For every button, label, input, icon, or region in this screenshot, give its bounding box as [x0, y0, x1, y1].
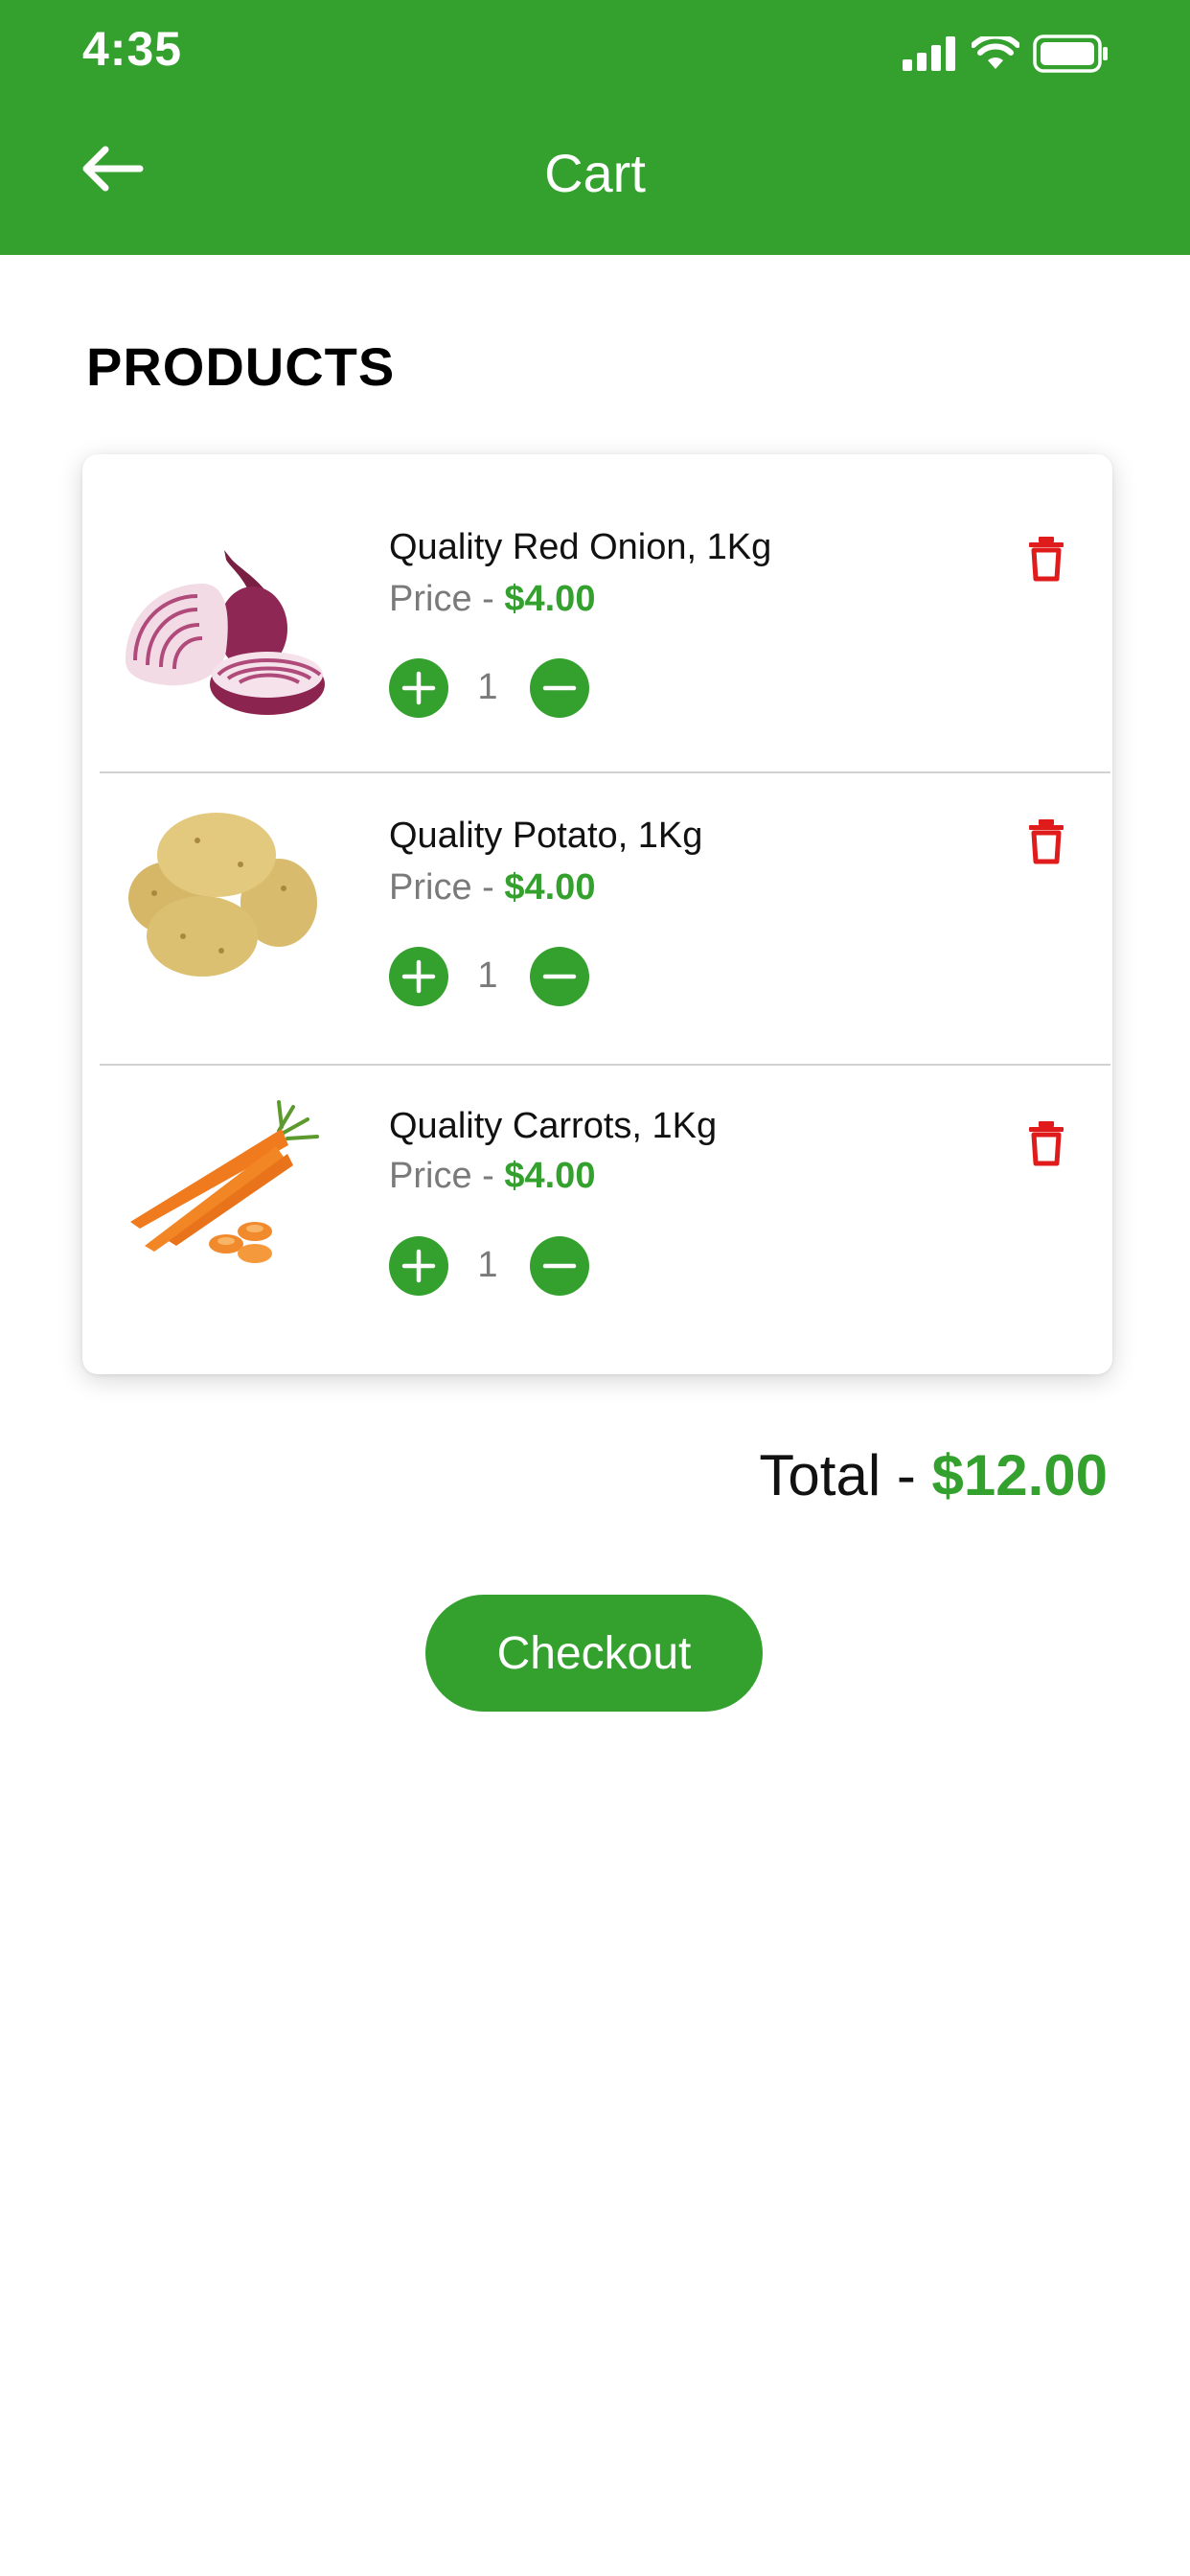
minus-icon: [542, 685, 577, 691]
price-amount: $4.00: [504, 579, 596, 619]
quantity-value: 1: [477, 1245, 498, 1285]
cart-item: Quality Potato, 1Kg Price - $4.00 1: [82, 745, 1112, 1032]
increase-quantity-button[interactable]: [389, 947, 448, 1006]
checkout-button[interactable]: Checkout: [425, 1595, 763, 1712]
price-amount: $4.00: [504, 867, 596, 908]
product-price: Price - $4.00: [389, 579, 595, 620]
section-title: PRODUCTS: [86, 336, 396, 397]
price-label: Price -: [389, 1156, 505, 1196]
signal-icon: [903, 36, 955, 71]
potato-image: [128, 813, 317, 977]
quantity-value: 1: [477, 667, 498, 707]
red-onion-image: [126, 550, 325, 715]
price-amount: $4.00: [504, 1156, 596, 1196]
decrease-quantity-button[interactable]: [530, 658, 589, 718]
plus-icon: [401, 959, 436, 994]
product-price: Price - $4.00: [389, 1156, 595, 1197]
product-name: Quality Red Onion, 1Kg: [389, 527, 772, 567]
app-header: 4:35 Cart: [0, 0, 1190, 255]
status-time: 4:35: [82, 22, 183, 76]
product-name: Quality Potato, 1Kg: [389, 816, 703, 856]
plus-icon: [401, 671, 436, 705]
price-label: Price -: [389, 867, 505, 908]
cart-products-card: Quality Red Onion, 1Kg Price - $4.00 1 Q…: [82, 454, 1112, 1374]
price-label: Price -: [389, 579, 505, 619]
quantity-value: 1: [477, 955, 498, 996]
cart-item: Quality Red Onion, 1Kg Price - $4.00 1: [82, 454, 1112, 742]
cart-total: Total - $12.00: [759, 1442, 1108, 1508]
delete-button[interactable]: [1027, 1119, 1065, 1167]
total-value: $12.00: [931, 1443, 1108, 1507]
decrease-quantity-button[interactable]: [530, 947, 589, 1006]
status-icons: [903, 34, 1110, 73]
plus-icon: [401, 1249, 436, 1283]
page-title: Cart: [544, 143, 646, 203]
battery-icon: [1033, 34, 1108, 73]
product-price: Price - $4.00: [389, 867, 595, 908]
total-label: Total -: [759, 1443, 932, 1507]
product-name: Quality Carrots, 1Kg: [389, 1106, 718, 1146]
minus-icon: [542, 1263, 577, 1269]
carrot-image: [130, 1100, 319, 1263]
minus-icon: [542, 974, 577, 979]
wifi-icon: [972, 36, 1019, 69]
delete-button[interactable]: [1027, 817, 1065, 865]
cart-item: Quality Carrots, 1Kg Price - $4.00 1: [82, 1035, 1112, 1322]
increase-quantity-button[interactable]: [389, 658, 448, 718]
increase-quantity-button[interactable]: [389, 1236, 448, 1296]
delete-button[interactable]: [1027, 535, 1065, 583]
decrease-quantity-button[interactable]: [530, 1236, 589, 1296]
